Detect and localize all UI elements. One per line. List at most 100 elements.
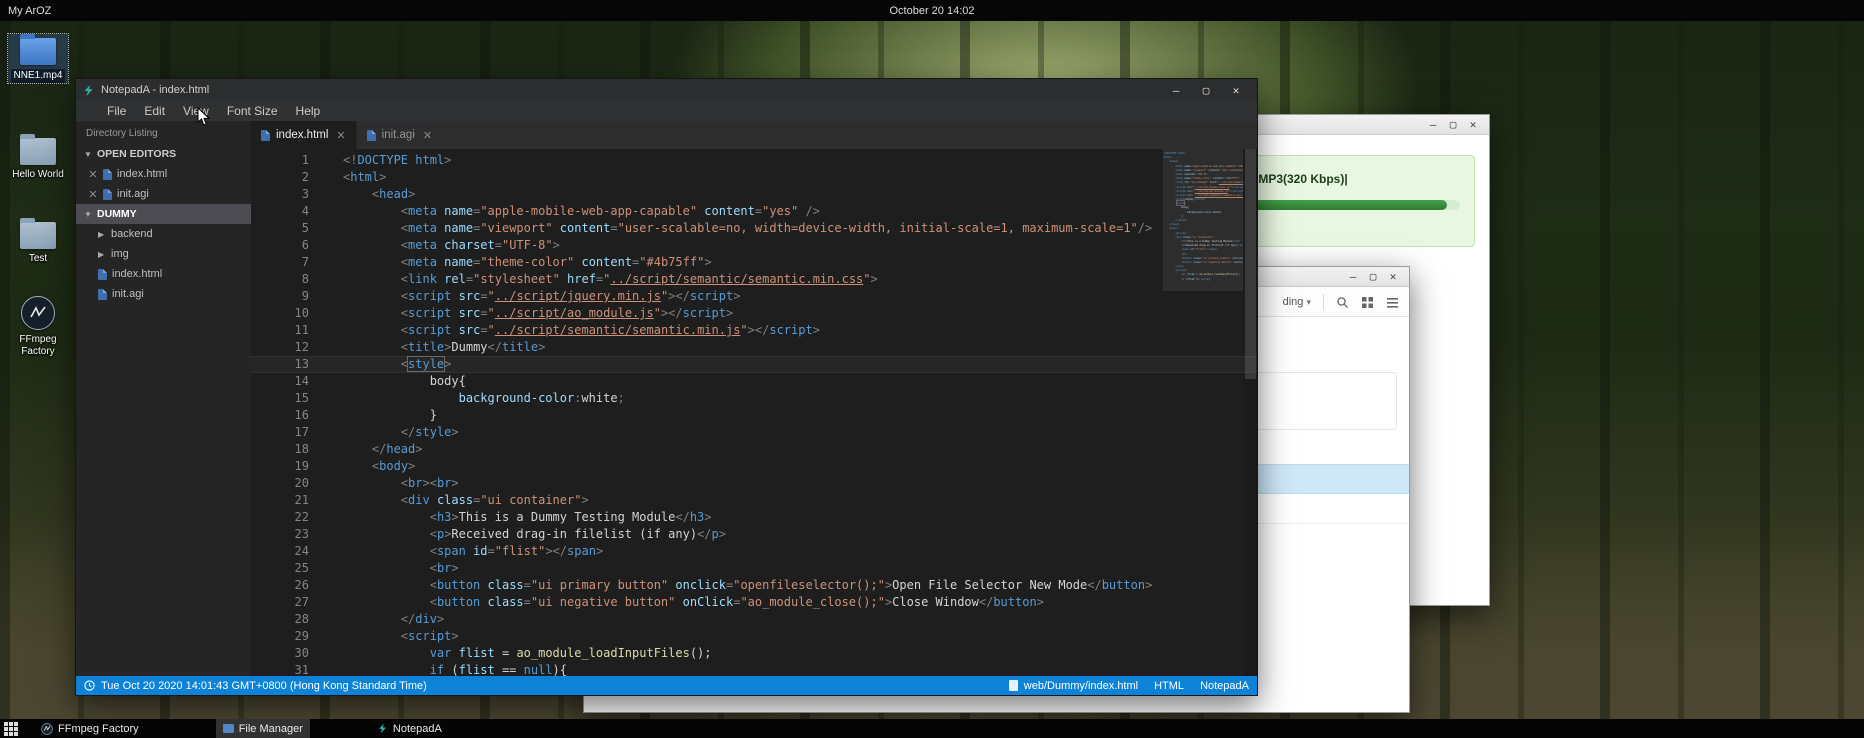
tree-file-index-html[interactable]: index.html (76, 264, 251, 284)
close-icon[interactable]: ✕ (88, 188, 98, 201)
tree-file-init-agi[interactable]: init.agi (76, 284, 251, 304)
code-line-5[interactable]: 5 <meta name="viewport" content="user-sc… (251, 220, 1257, 237)
close-icon[interactable]: ✕ (1463, 116, 1483, 134)
grid-view-icon[interactable] (1361, 296, 1374, 309)
desktop-icon-test[interactable]: Test (8, 222, 68, 265)
code-line-11[interactable]: 11 <script src="../script/semantic/seman… (251, 322, 1257, 339)
code-line-17[interactable]: 17 </style> (251, 424, 1257, 441)
minimap-slider[interactable] (1163, 149, 1243, 291)
minimize-button[interactable]: – (1423, 116, 1443, 134)
line-number: 14 (251, 373, 309, 390)
close-icon[interactable]: ✕ (88, 168, 98, 181)
code-line-28[interactable]: 28 </div> (251, 611, 1257, 628)
code-line-9[interactable]: 9 <script src="../script/jquery.min.js">… (251, 288, 1257, 305)
taskbar-item-label: FFmpeg Factory (58, 723, 139, 735)
status-language[interactable]: HTML (1154, 680, 1184, 692)
code-line-19[interactable]: 19 <body> (251, 458, 1257, 475)
sort-dropdown[interactable]: ding ▾ (1283, 296, 1311, 308)
desktop-icon-hello-world[interactable]: Hello World (8, 138, 68, 181)
minimize-button[interactable]: – (1161, 84, 1191, 97)
editor-scrollbar[interactable] (1244, 149, 1257, 676)
code-line-6[interactable]: 6 <meta charset="UTF-8"> (251, 237, 1257, 254)
menu-help[interactable]: Help (287, 101, 330, 121)
close-icon[interactable]: ✕ (336, 129, 345, 142)
code-line-29[interactable]: 29 <script> (251, 628, 1257, 645)
code-text: } (309, 407, 437, 424)
search-icon[interactable] (1336, 296, 1349, 309)
code-line-14[interactable]: 14 body{ (251, 373, 1257, 390)
menu-font-size[interactable]: Font Size (218, 101, 287, 121)
system-topbar: My ArOZ October 20 14:02 (0, 0, 1864, 21)
taskbar-item-ffmpeg-factory[interactable]: FFmpeg Factory (34, 719, 146, 738)
code-line-7[interactable]: 7 <meta name="theme-color" content="#4b7… (251, 254, 1257, 271)
tab-init-agi[interactable]: init.agi ✕ (356, 121, 442, 149)
code-editor[interactable]: 1<!DOCTYPE html>2<html>3 <head>4 <meta n… (251, 149, 1257, 676)
code-line-27[interactable]: 27 <button class="ui negative button" on… (251, 594, 1257, 611)
desktop: My ArOZ October 20 14:02 NNE1.mp4 Hello … (0, 0, 1864, 738)
line-number: 22 (251, 509, 309, 526)
tree-folder-backend[interactable]: ▶ backend (76, 224, 251, 244)
code-line-30[interactable]: 30 var flist = ao_module_loadInputFiles(… (251, 645, 1257, 662)
list-view-icon[interactable] (1386, 296, 1399, 309)
line-number: 12 (251, 339, 309, 356)
code-text: <p>Received drag-in filelist (if any)</p… (309, 526, 726, 543)
code-line-22[interactable]: 22 <h3>This is a Dummy Testing Module</h… (251, 509, 1257, 526)
aroz-brand-menu[interactable]: My ArOZ (8, 5, 51, 17)
menu-edit[interactable]: Edit (135, 101, 174, 121)
menu-view[interactable]: View (174, 101, 218, 121)
open-editor-index-html[interactable]: ✕ index.html (76, 164, 251, 184)
desktop-icon-ffmpeg-factory[interactable]: FFmpeg Factory (8, 296, 68, 358)
code-text: <head> (309, 186, 415, 203)
code-line-18[interactable]: 18 </head> (251, 441, 1257, 458)
code-line-3[interactable]: 3 <head> (251, 186, 1257, 203)
line-number: 8 (251, 271, 309, 288)
desktop-icon-nne1-mp4[interactable]: NNE1.mp4 (8, 34, 68, 83)
code-line-20[interactable]: 20 <br><br> (251, 475, 1257, 492)
close-icon[interactable]: ✕ (423, 129, 432, 142)
code-line-8[interactable]: 8 <link rel="stylesheet" href="../script… (251, 271, 1257, 288)
code-line-26[interactable]: 26 <button class="ui primary button" onc… (251, 577, 1257, 594)
close-icon[interactable]: ✕ (1221, 84, 1251, 97)
window-notepada[interactable]: NotepadA - index.html – ▢ ✕ File Edit Vi… (75, 78, 1258, 696)
code-line-23[interactable]: 23 <p>Received drag-in filelist (if any)… (251, 526, 1257, 543)
tab-index-html[interactable]: index.html ✕ (251, 121, 356, 149)
maximize-button[interactable]: ▢ (1443, 116, 1463, 134)
code-line-25[interactable]: 25 <br> (251, 560, 1257, 577)
code-text: <button class="ui primary button" onclic… (309, 577, 1152, 594)
minimize-button[interactable]: – (1343, 268, 1363, 286)
code-line-13[interactable]: 13 <style> (251, 356, 1257, 373)
close-icon[interactable]: ✕ (1383, 268, 1403, 286)
file-manager-icon (223, 724, 234, 733)
menubar: File Edit View Font Size Help (76, 101, 1257, 121)
code-line-12[interactable]: 12 <title>Dummy</title> (251, 339, 1257, 356)
code-line-21[interactable]: 21 <div class="ui container"> (251, 492, 1257, 509)
taskbar-item-notepada[interactable]: NotepadA (370, 719, 449, 738)
code-line-24[interactable]: 24 <span id="flist"></span> (251, 543, 1257, 560)
open-editor-init-agi[interactable]: ✕ init.agi (76, 184, 251, 204)
desktop-icon-label: NNE1.mp4 (11, 69, 66, 83)
maximize-button[interactable]: ▢ (1191, 84, 1221, 97)
menu-file[interactable]: File (98, 101, 135, 121)
code-line-15[interactable]: 15 background-color:white; (251, 390, 1257, 407)
code-line-4[interactable]: 4 <meta name="apple-mobile-web-app-capab… (251, 203, 1257, 220)
maximize-button[interactable]: ▢ (1363, 268, 1383, 286)
file-icon (98, 269, 107, 280)
line-number: 25 (251, 560, 309, 577)
taskbar-item-file-manager[interactable]: File Manager (216, 719, 310, 738)
code-line-10[interactable]: 10 <script src="../script/ao_module.js">… (251, 305, 1257, 322)
code-text: <!DOCTYPE html> (309, 152, 451, 169)
tree-folder-img[interactable]: ▶ img (76, 244, 251, 264)
scrollbar-thumb[interactable] (1245, 149, 1256, 379)
code-line-31[interactable]: 31 if (flist == null){ (251, 662, 1257, 676)
code-line-16[interactable]: 16 } (251, 407, 1257, 424)
code-line-1[interactable]: 1<!DOCTYPE html> (251, 152, 1257, 169)
section-dummy-folder[interactable]: ▼ DUMMY (76, 204, 251, 224)
app-launcher-icon[interactable] (4, 722, 18, 736)
notepada-titlebar[interactable]: NotepadA - index.html – ▢ ✕ (76, 79, 1257, 101)
code-text: <style> (309, 356, 451, 373)
section-open-editors[interactable]: ▼ OPEN EDITORS (76, 144, 251, 164)
line-number: 18 (251, 441, 309, 458)
code-text: <body> (309, 458, 415, 475)
ffmpeg-factory-icon (21, 296, 55, 330)
code-line-2[interactable]: 2<html> (251, 169, 1257, 186)
